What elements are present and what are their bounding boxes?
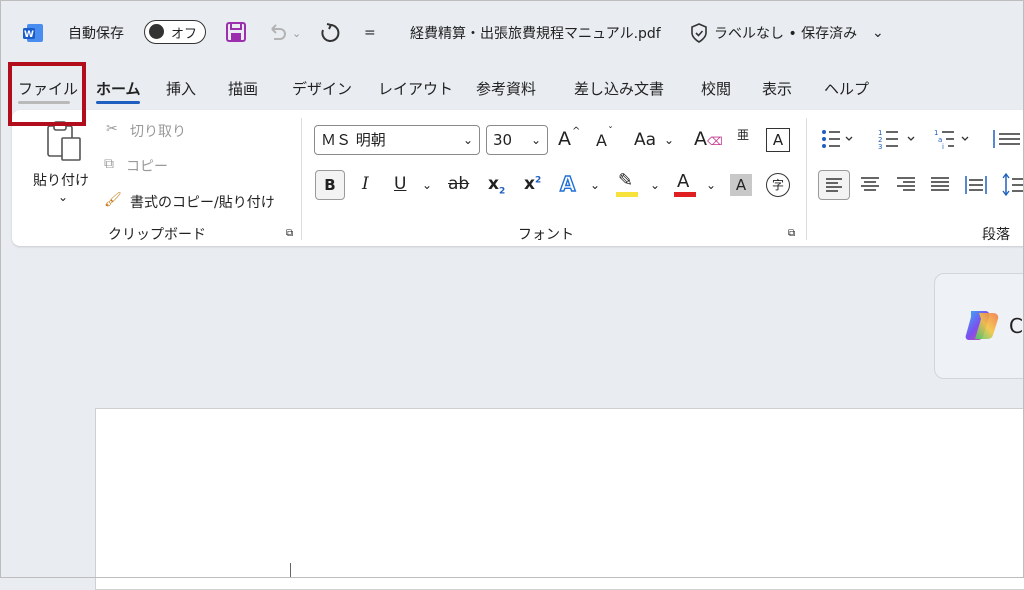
redo-icon[interactable] [318, 21, 342, 45]
paste-icon[interactable] [44, 120, 84, 164]
tab-draw[interactable]: 描画 [228, 78, 258, 99]
align-center-icon[interactable] [860, 174, 880, 196]
enclose-characters-button[interactable]: 字 [766, 173, 790, 197]
title-bar: W 自動保存 オフ ⌄ = 経費精算・出張旅費規程マニュアル.pdf ラベルなし… [0, 0, 1024, 64]
active-tab-indicator [96, 101, 140, 104]
paragraph-group-label: 段落 [982, 227, 1010, 243]
group-separator [301, 118, 302, 240]
numbering-icon[interactable]: 123 [878, 128, 928, 150]
font-dialog-launcher-icon[interactable]: ⧉ [788, 228, 795, 239]
title-chevron-down-icon[interactable]: ⌄ [872, 20, 884, 46]
highlight-color-swatch [616, 192, 638, 197]
chevron-down-icon[interactable]: ⌄ [422, 178, 432, 192]
tab-home[interactable]: ホーム [96, 78, 141, 99]
chevron-down-icon[interactable]: ⌄ [650, 178, 660, 192]
format-painter-button[interactable]: 書式のコピー/貼り付け [130, 192, 275, 212]
font-color-swatch [674, 192, 696, 197]
svg-text:i: i [942, 143, 944, 150]
distributed-icon[interactable] [964, 174, 988, 196]
tab-references[interactable]: 参考資料 [476, 78, 536, 99]
file-tab-highlight-box [8, 62, 86, 126]
line-spacing-icon[interactable] [1002, 172, 1024, 198]
subscript-button[interactable]: x2 [488, 176, 505, 196]
tab-view[interactable]: 表示 [762, 78, 792, 99]
autosave-toggle-state: オフ [171, 27, 198, 42]
justify-icon[interactable] [930, 174, 950, 196]
character-shading-button[interactable]: A [730, 174, 752, 196]
cut-icon[interactable]: ✂ [106, 121, 118, 137]
italic-button[interactable]: I [362, 176, 369, 193]
bold-button[interactable]: B [315, 170, 345, 200]
tab-mailings[interactable]: 差し込み文書 [574, 78, 664, 99]
document-page[interactable] [95, 408, 1024, 590]
phonetic-guide-button[interactable]: 亜 [737, 126, 749, 143]
font-group-label: フォント [518, 227, 574, 243]
character-border-button[interactable]: A [766, 128, 790, 152]
decrease-indent-icon[interactable] [990, 128, 1020, 150]
svg-text:W: W [24, 30, 34, 40]
chevron-down-icon: ⌄ [462, 133, 473, 147]
text-cursor [290, 563, 291, 577]
format-painter-icon[interactable]: 🖌 [104, 192, 122, 208]
autosave-label: 自動保存 [68, 26, 124, 42]
tab-review[interactable]: 校閲 [701, 78, 731, 99]
group-separator [806, 118, 807, 240]
word-app-icon: W [23, 24, 43, 42]
shrink-font-caret-icon: ˇ [608, 126, 613, 137]
highlight-pen-icon[interactable]: ✎ [618, 172, 633, 190]
change-case-button[interactable]: Aa [634, 132, 656, 149]
bullets-icon[interactable] [820, 128, 870, 150]
paste-dropdown-icon[interactable]: ⌄ [58, 190, 68, 204]
font-name-combobox[interactable]: ＭＳ 明朝 ⌄ [314, 125, 480, 155]
ribbon-tabs: ファイル ホーム 挿入 描画 デザイン レイアウト 参考資料 差し込み文書 校閲… [0, 66, 1024, 108]
font-name-value: ＭＳ 明朝 [321, 131, 386, 149]
copilot-label: C [1009, 314, 1023, 338]
grow-font-button[interactable]: A [558, 130, 571, 149]
tab-design[interactable]: デザイン [292, 78, 352, 99]
qat-customize-icon[interactable]: = [364, 20, 376, 46]
grow-font-caret-icon: ^ [572, 126, 581, 137]
chevron-down-icon[interactable]: ⌄ [664, 133, 674, 147]
subscript-label: x [488, 174, 499, 194]
save-icon[interactable] [225, 21, 247, 43]
font-size-value: 30 [493, 131, 513, 149]
superscript-label: x [524, 174, 535, 194]
align-right-icon[interactable] [896, 174, 916, 196]
chevron-down-icon[interactable]: ⌄ [706, 178, 716, 192]
strikethrough-button[interactable]: ab [448, 176, 469, 193]
underline-button[interactable]: U [394, 176, 406, 193]
clipboard-group-label: クリップボード [108, 227, 206, 243]
clipboard-dialog-launcher-icon[interactable]: ⧉ [286, 228, 293, 239]
tab-layout[interactable]: レイアウト [378, 78, 453, 99]
toggle-knob [149, 24, 164, 39]
chevron-down-icon[interactable]: ⌄ [590, 178, 600, 192]
autosave-toggle[interactable]: オフ [144, 20, 206, 44]
multilevel-list-icon[interactable]: 1ai [934, 128, 978, 150]
copy-icon[interactable]: ⧉ [104, 156, 114, 172]
tab-insert[interactable]: 挿入 [166, 78, 196, 99]
sensitivity-label-status[interactable]: ラベルなし • 保存済み [714, 20, 857, 46]
tab-help[interactable]: ヘルプ [824, 78, 869, 99]
clear-formatting-button[interactable]: A⌫ [694, 130, 723, 149]
align-left-button[interactable] [818, 170, 850, 200]
copilot-card[interactable]: C [934, 273, 1024, 379]
cut-button[interactable]: 切り取り [130, 121, 186, 141]
shrink-font-button[interactable]: A [596, 133, 607, 149]
copilot-icon [965, 311, 999, 340]
align-left-icon [826, 178, 842, 192]
document-filename[interactable]: 経費精算・出張旅費規程マニュアル.pdf [410, 20, 661, 46]
shield-icon [691, 23, 707, 43]
font-size-combobox[interactable]: 30 ⌄ [486, 125, 548, 155]
superscript-button[interactable]: x2 [524, 176, 541, 193]
text-effects-button[interactable]: A [559, 173, 576, 194]
chevron-down-icon: ⌄ [530, 133, 541, 147]
svg-text:3: 3 [878, 143, 882, 150]
copy-button[interactable]: コピー [126, 156, 168, 176]
undo-icon[interactable] [266, 21, 288, 43]
font-color-button[interactable]: A [677, 173, 689, 191]
undo-dropdown-icon[interactable]: ⌄ [292, 20, 301, 46]
paste-button-label[interactable]: 貼り付け [33, 170, 89, 190]
